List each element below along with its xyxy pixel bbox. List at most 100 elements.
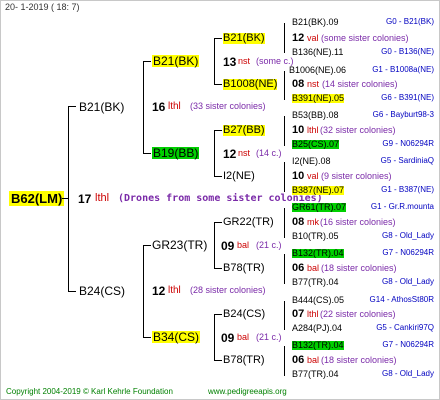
g3n-5-num: 06 bbox=[292, 262, 305, 274]
connector-g3-c1 bbox=[214, 222, 222, 223]
connector-g4-6 bbox=[284, 301, 285, 330]
gen2-c-note: (21 c.) bbox=[256, 240, 282, 250]
connector-g4-3 bbox=[284, 162, 285, 192]
connector-g4-1 bbox=[284, 71, 285, 100]
gen4-0: B21(BK).09 bbox=[292, 17, 339, 27]
gen4-14: B132(TR).04 bbox=[292, 340, 344, 350]
gen4-11: B77(TR).04 bbox=[292, 277, 339, 287]
gen1-top: B21(BK) bbox=[79, 100, 125, 114]
gen4-ref-14: G7 - N06294R bbox=[382, 340, 434, 349]
gen4-2: B1006(NE).06 bbox=[289, 65, 347, 75]
gen4-8: GR61(TR).07 bbox=[292, 202, 347, 212]
g3n-7-note: (18 sister colonies) bbox=[321, 355, 397, 365]
g3n-4-label: mk bbox=[307, 217, 319, 227]
footer-copyright: Copyright 2004-2019 © Karl Kehrle Founda… bbox=[6, 387, 173, 396]
gen4-6: I2(NE).08 bbox=[292, 156, 331, 166]
gen3-d2: B78(TR) bbox=[223, 354, 265, 366]
connector-g4-5 bbox=[284, 254, 285, 284]
connector-g4-2 bbox=[284, 116, 285, 146]
gen4-ref-4: G6 - Bayburt98-3 bbox=[372, 110, 434, 119]
gen4-13: A284(PJ).04 bbox=[292, 323, 343, 333]
connector-g4-7 bbox=[284, 346, 285, 376]
connector-g3-b1 bbox=[214, 130, 222, 131]
g3n-5-note: (18 sister colonies) bbox=[321, 263, 397, 273]
g3n-1-num: 08 bbox=[292, 78, 305, 90]
g3n-7-num: 06 bbox=[292, 354, 305, 366]
connector-g3-d bbox=[214, 314, 215, 361]
gen1-top-num: 16 bbox=[152, 100, 166, 114]
g3n-6-label: lthl bbox=[307, 309, 319, 319]
g3n-4-num: 08 bbox=[292, 216, 305, 228]
gen4-ref-5: G9 - N06294R bbox=[382, 139, 434, 148]
gen3-a1: B21(BK) bbox=[223, 32, 265, 44]
gen4-12: B444(CS).05 bbox=[292, 295, 345, 305]
gen2-d: B34(CS) bbox=[152, 330, 201, 344]
gen4-9: B10(TR).05 bbox=[292, 231, 339, 241]
connector-g2-a bbox=[143, 61, 151, 62]
g3n-0-note: (some sister colonies) bbox=[321, 33, 409, 43]
gen2-b-note: (14 c.) bbox=[256, 148, 282, 158]
g3n-2-note: (32 sister colonies) bbox=[320, 125, 396, 135]
connector-g4-4 bbox=[284, 208, 285, 238]
root-num: 17 bbox=[78, 192, 92, 206]
gen4-ref-7: G1 - B387(NE) bbox=[381, 185, 434, 194]
connector-g1-bottom bbox=[68, 291, 76, 292]
gen2-a-num: 13 bbox=[223, 55, 237, 69]
gen4-ref-10: G7 - N06294R bbox=[382, 248, 434, 257]
gen4-ref-6: G5 - SardiniaQ bbox=[380, 156, 434, 165]
connector-g3-b bbox=[214, 130, 215, 177]
g3n-3-note: (9 sister colonies) bbox=[321, 171, 392, 181]
g3n-3-num: 10 bbox=[292, 170, 305, 182]
connector-g2-top bbox=[143, 61, 144, 153]
gen1-bottom: B24(CS) bbox=[79, 284, 126, 298]
gen3-c1: GR22(TR) bbox=[223, 216, 274, 228]
gen1-bottom-note: (28 sister colonies) bbox=[190, 285, 266, 295]
g3n-6-num: 07 bbox=[292, 308, 305, 320]
connector-g1-top bbox=[68, 106, 76, 107]
g3n-1-note: (14 sister colonies) bbox=[322, 79, 398, 89]
g3n-5-label: bal bbox=[307, 263, 320, 273]
gen4-ref-3: G6 - B391(NE) bbox=[381, 93, 434, 102]
header-date: 20- 1-2019 ( 18: 7) bbox=[5, 2, 80, 12]
gen4-ref-12: G14 - AthosSt80R bbox=[369, 295, 434, 304]
gen3-c2: B78(TR) bbox=[223, 262, 265, 274]
connector-g4-0 bbox=[284, 23, 285, 53]
gen2-a: B21(BK) bbox=[152, 54, 200, 68]
g3n-7-label: bal bbox=[307, 355, 320, 365]
connector-g2-bottom bbox=[143, 245, 144, 337]
gen2-c-num: 09 bbox=[221, 239, 235, 253]
gen1-top-note: (33 sister colonies) bbox=[190, 101, 266, 111]
gen1-bottom-label: lthl bbox=[168, 285, 181, 296]
g3n-1-label: nst bbox=[307, 79, 320, 89]
gen4-ref-13: G5 - Cankiri97Q bbox=[376, 323, 434, 332]
gen4-ref-1: G0 - B136(NE) bbox=[381, 47, 434, 56]
gen4-10: B132(TR).04 bbox=[292, 248, 344, 258]
gen2-c-label: bal bbox=[237, 240, 250, 250]
gen4-15: B77(TR).04 bbox=[292, 369, 339, 379]
gen4-ref-15: G8 - Old_Lady bbox=[381, 369, 434, 378]
gen4-ref-0: G0 - B21(BK) bbox=[385, 17, 434, 26]
connector-g2-d bbox=[143, 337, 151, 338]
root-queen: B62(LM) bbox=[9, 191, 65, 206]
gen4-3: B391(NE).05 bbox=[292, 93, 345, 103]
g3n-2-num: 10 bbox=[292, 124, 305, 136]
connector-g3-b2 bbox=[214, 176, 222, 177]
g3n-6-note: (22 sister colonies) bbox=[320, 309, 396, 319]
g3n-4-note: (16 sister colonies) bbox=[320, 217, 396, 227]
gen2-c: GR23(TR) bbox=[152, 238, 208, 252]
root-label: lthl bbox=[95, 192, 110, 204]
gen2-d-num: 09 bbox=[221, 331, 235, 345]
gen2-b: B19(BB) bbox=[152, 146, 200, 160]
gen4-ref-9: G8 - Old_Lady bbox=[381, 231, 434, 240]
connector-root-h bbox=[62, 198, 68, 199]
connector-g3-a1 bbox=[214, 38, 222, 39]
g3n-3-label: val bbox=[307, 171, 319, 181]
footer-url[interactable]: www.pedigreeapis.org bbox=[208, 388, 287, 396]
gen4-1: B136(NE).11 bbox=[292, 47, 344, 57]
connector-g3-c bbox=[214, 222, 215, 269]
gen3-a2: B1008(NE) bbox=[223, 78, 278, 90]
connector-g2-b bbox=[143, 153, 151, 154]
gen4-4: B53(BB).08 bbox=[292, 110, 339, 120]
connector-g2-c bbox=[143, 245, 151, 246]
connector-g3-c2 bbox=[214, 268, 222, 269]
